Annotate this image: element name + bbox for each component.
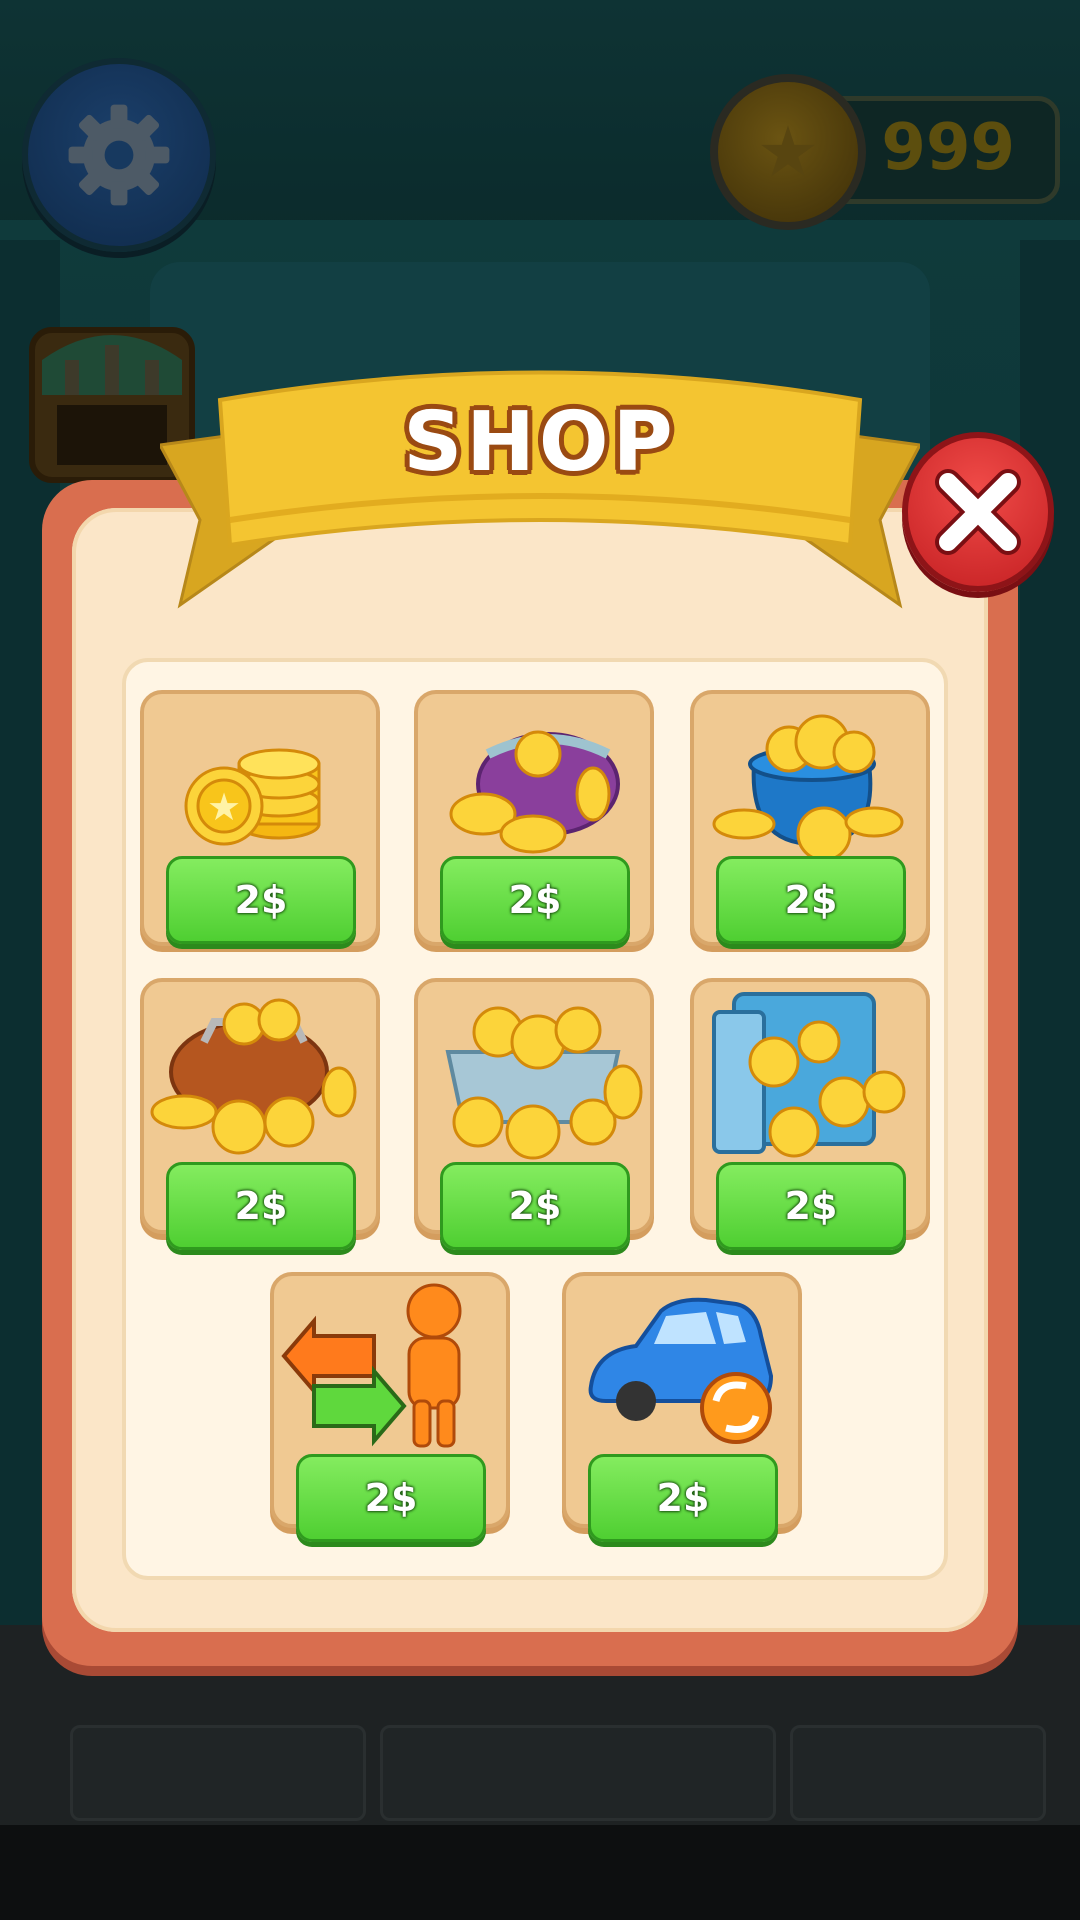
swap-character-icon — [281, 1283, 462, 1448]
buy-button[interactable]: 2$ — [716, 856, 906, 944]
buy-button[interactable]: 2$ — [440, 856, 630, 944]
shop-item-coin-purse[interactable]: 2$ — [414, 690, 654, 946]
shop-item-swap-character[interactable]: 2$ — [270, 1272, 510, 1542]
background-bottom-strip — [0, 1825, 1080, 1920]
buy-button[interactable]: 2$ — [166, 856, 356, 944]
buy-button[interactable]: 2$ — [588, 1454, 778, 1542]
shop-item-coin-crate[interactable]: 2$ — [414, 978, 654, 1250]
shop-item-coin-bag[interactable]: 2$ — [140, 978, 380, 1250]
swap-car-icon — [588, 1297, 774, 1444]
shop-item-coin-vault[interactable]: 2$ — [690, 978, 930, 1250]
close-icon — [935, 469, 1021, 555]
coin-purse-icon — [449, 730, 620, 854]
coin-bag-icon — [150, 998, 357, 1155]
close-button[interactable] — [902, 432, 1054, 592]
coin-vault-icon — [712, 992, 906, 1158]
buy-button[interactable]: 2$ — [440, 1162, 630, 1250]
buy-button[interactable]: 2$ — [166, 1162, 356, 1250]
svg-text:★: ★ — [207, 785, 241, 829]
coin-stack-icon: ★ — [184, 748, 321, 846]
shop-item-coin-pot[interactable]: 2$ — [690, 690, 930, 946]
buy-button[interactable]: 2$ — [716, 1162, 906, 1250]
star-coin-icon: ★ — [710, 74, 866, 230]
gear-icon — [68, 104, 170, 206]
coin-pot-icon — [712, 714, 904, 862]
shop-item-coin-stack[interactable]: ★ 2$ — [140, 690, 380, 946]
coin-count: 999 — [881, 111, 1015, 185]
buy-button[interactable]: 2$ — [296, 1454, 486, 1542]
shop-item-swap-car[interactable]: 2$ — [562, 1272, 802, 1542]
coin-crate-icon — [445, 1006, 643, 1160]
settings-button[interactable] — [22, 58, 216, 252]
